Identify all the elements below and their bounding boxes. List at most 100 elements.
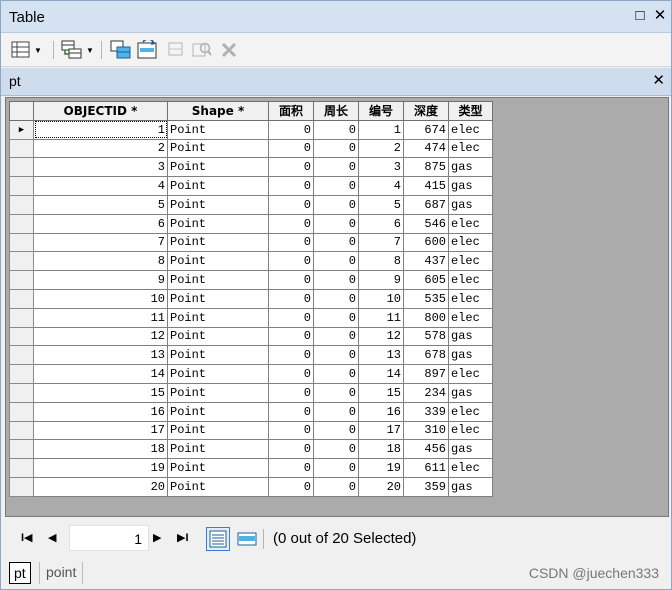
- table-row[interactable]: 6 Point 0 0 6 546 elec: [9, 213, 493, 234]
- table-cell[interactable]: 18: [358, 439, 404, 460]
- switch-selection-button[interactable]: [137, 39, 159, 61]
- table-cell[interactable]: gas: [448, 157, 493, 178]
- table-cell[interactable]: 605: [403, 270, 449, 290]
- table-cell[interactable]: elec: [448, 270, 493, 290]
- table-row[interactable]: 4 Point 0 0 4 415 gas: [9, 176, 493, 196]
- previous-record-button[interactable]: ◀: [48, 531, 56, 544]
- table-cell[interactable]: 0: [268, 176, 314, 196]
- table-cell[interactable]: 0: [313, 364, 359, 384]
- table-cell[interactable]: 0: [313, 270, 359, 290]
- table-cell[interactable]: 16: [358, 401, 404, 422]
- table-cell[interactable]: gas: [448, 476, 493, 497]
- table-cell[interactable]: 16: [33, 401, 168, 422]
- row-selector[interactable]: [9, 288, 34, 309]
- row-selector[interactable]: ▶: [9, 119, 34, 140]
- table-options-button[interactable]: ▼: [11, 39, 42, 61]
- table-row[interactable]: 7 Point 0 0 7 600 elec: [9, 232, 493, 253]
- table-cell[interactable]: 0: [313, 458, 359, 478]
- table-cell[interactable]: 5: [33, 194, 168, 215]
- column-header[interactable]: 类型: [448, 101, 493, 121]
- table-cell[interactable]: 0: [268, 420, 314, 441]
- table-cell[interactable]: Point: [167, 270, 269, 290]
- table-cell[interactable]: 0: [268, 439, 314, 460]
- row-selector[interactable]: [9, 232, 34, 253]
- table-cell[interactable]: gas: [448, 194, 493, 215]
- table-cell[interactable]: 359: [403, 476, 449, 497]
- table-cell[interactable]: elec: [448, 458, 493, 478]
- table-cell[interactable]: 17: [33, 420, 168, 441]
- row-selector[interactable]: [9, 251, 34, 272]
- table-cell[interactable]: Point: [167, 326, 269, 347]
- table-row[interactable]: 20 Point 0 0 20 359 gas: [9, 476, 493, 497]
- table-cell[interactable]: 0: [268, 364, 314, 384]
- table-cell[interactable]: 0: [268, 194, 314, 215]
- column-header[interactable]: 周长: [313, 101, 359, 121]
- first-record-button[interactable]: I◀: [21, 531, 33, 544]
- table-cell[interactable]: 4: [358, 176, 404, 196]
- table-cell[interactable]: elec: [448, 251, 493, 272]
- column-header[interactable]: 编号: [358, 101, 404, 121]
- table-cell[interactable]: elec: [448, 288, 493, 309]
- table-cell[interactable]: 0: [313, 326, 359, 347]
- table-cell[interactable]: 339: [403, 401, 449, 422]
- next-record-button[interactable]: ▶: [153, 531, 161, 544]
- table-cell[interactable]: 535: [403, 288, 449, 309]
- table-cell[interactable]: 0: [313, 194, 359, 215]
- table-cell[interactable]: 611: [403, 458, 449, 478]
- table-cell[interactable]: elec: [448, 119, 493, 140]
- table-cell[interactable]: 3: [358, 157, 404, 178]
- table-cell[interactable]: Point: [167, 307, 269, 328]
- table-cell[interactable]: 897: [403, 364, 449, 384]
- table-cell[interactable]: Point: [167, 251, 269, 272]
- table-cell[interactable]: Point: [167, 119, 269, 140]
- table-cell[interactable]: 578: [403, 326, 449, 347]
- row-selector[interactable]: [9, 439, 34, 460]
- table-cell[interactable]: 0: [313, 251, 359, 272]
- table-cell[interactable]: 0: [268, 458, 314, 478]
- row-selector[interactable]: [9, 364, 34, 384]
- table-cell[interactable]: 234: [403, 382, 449, 403]
- table-cell[interactable]: 687: [403, 194, 449, 215]
- select-by-attributes-button[interactable]: [110, 39, 132, 61]
- table-row[interactable]: 17 Point 0 0 17 310 elec: [9, 420, 493, 441]
- row-selector[interactable]: [9, 157, 34, 178]
- close-table-button[interactable]: ✕: [652, 71, 665, 89]
- row-selector[interactable]: [9, 382, 34, 403]
- table-cell[interactable]: 0: [313, 439, 359, 460]
- table-cell[interactable]: Point: [167, 345, 269, 366]
- table-cell[interactable]: Point: [167, 476, 269, 497]
- row-selector[interactable]: [9, 213, 34, 234]
- table-cell[interactable]: 0: [313, 119, 359, 140]
- table-row[interactable]: 9 Point 0 0 9 605 elec: [9, 270, 493, 290]
- table-cell[interactable]: 415: [403, 176, 449, 196]
- table-cell[interactable]: 17: [358, 420, 404, 441]
- row-selector[interactable]: [9, 345, 34, 366]
- table-cell[interactable]: 0: [313, 213, 359, 234]
- show-selected-records-button[interactable]: [235, 527, 259, 551]
- table-cell[interactable]: 11: [358, 307, 404, 328]
- table-cell[interactable]: 3: [33, 157, 168, 178]
- table-cell[interactable]: 0: [313, 176, 359, 196]
- table-cell[interactable]: 0: [313, 420, 359, 441]
- table-cell[interactable]: 7: [33, 232, 168, 253]
- table-cell[interactable]: 6: [358, 213, 404, 234]
- table-cell[interactable]: 0: [268, 213, 314, 234]
- table-cell[interactable]: elec: [448, 232, 493, 253]
- table-cell[interactable]: Point: [167, 439, 269, 460]
- table-row[interactable]: 5 Point 0 0 5 687 gas: [9, 194, 493, 215]
- table-cell[interactable]: 9: [33, 270, 168, 290]
- table-cell[interactable]: 0: [268, 270, 314, 290]
- table-cell[interactable]: 0: [268, 326, 314, 347]
- table-cell[interactable]: 0: [313, 345, 359, 366]
- maximize-button[interactable]: □: [631, 6, 649, 26]
- row-selector[interactable]: [9, 458, 34, 478]
- table-cell[interactable]: 1: [33, 119, 168, 140]
- table-cell[interactable]: 600: [403, 232, 449, 253]
- column-header[interactable]: 深度: [403, 101, 449, 121]
- table-cell[interactable]: 0: [268, 138, 314, 159]
- row-selector[interactable]: [9, 194, 34, 215]
- delete-selected-button[interactable]: [221, 39, 237, 61]
- table-cell[interactable]: gas: [448, 382, 493, 403]
- table-cell[interactable]: Point: [167, 176, 269, 196]
- table-cell[interactable]: elec: [448, 401, 493, 422]
